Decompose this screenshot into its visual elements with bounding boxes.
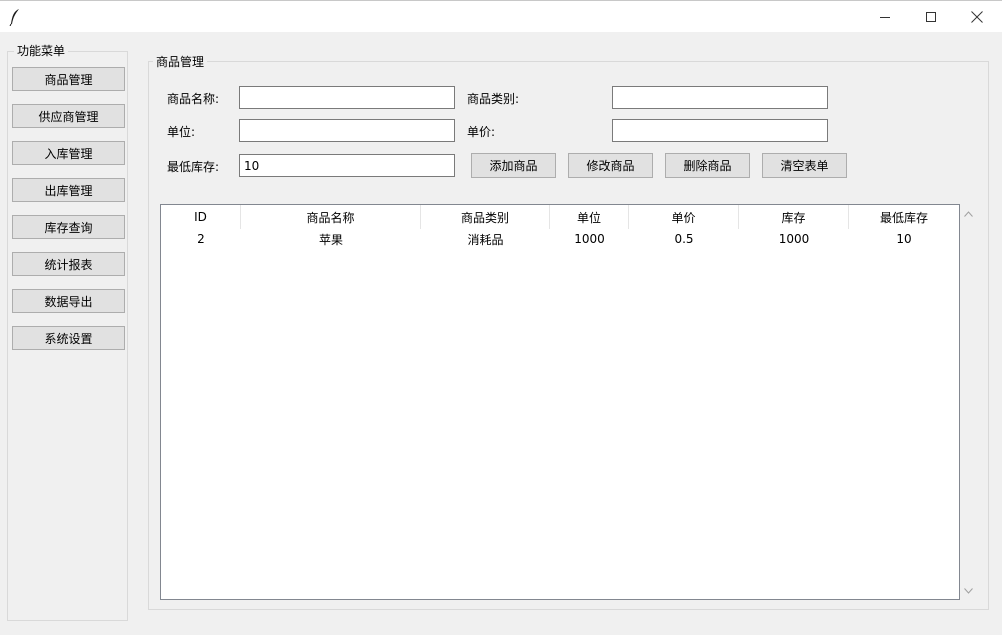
column-header-unit[interactable]: 单位: [550, 205, 629, 229]
title-bar: [0, 0, 1002, 32]
cell-category: 消耗品: [467, 232, 504, 247]
sidebar-item-inbound-management[interactable]: 入库管理: [12, 141, 125, 165]
close-icon: [971, 11, 983, 23]
cell-stock: 1000: [778, 232, 810, 246]
unit-input[interactable]: [239, 119, 455, 142]
sidebar-item-product-management[interactable]: 商品管理: [12, 67, 125, 91]
clear-form-button[interactable]: 清空表单: [762, 153, 847, 178]
maximize-icon: [926, 12, 936, 22]
feather-icon: [8, 8, 22, 27]
column-header-min-stock[interactable]: 最低库存: [849, 205, 959, 229]
column-header-category[interactable]: 商品类别: [421, 205, 550, 229]
scroll-down-icon[interactable]: [962, 584, 975, 597]
sidebar-item-outbound-management[interactable]: 出库管理: [12, 178, 125, 202]
sidebar-item-system-settings[interactable]: 系统设置: [12, 326, 125, 350]
close-button[interactable]: [954, 1, 1000, 33]
table-scrollbar[interactable]: [960, 204, 977, 600]
column-header-id[interactable]: ID: [161, 205, 241, 229]
add-product-button[interactable]: 添加商品: [471, 153, 556, 178]
sidebar-item-statistics-report[interactable]: 统计报表: [12, 252, 125, 276]
column-header-stock[interactable]: 库存: [739, 205, 849, 229]
category-label: 商品类别:: [467, 92, 520, 106]
product-name-input[interactable]: [239, 86, 455, 109]
minimize-icon: [880, 12, 890, 22]
scroll-up-icon[interactable]: [962, 207, 975, 220]
delete-product-button[interactable]: 删除商品: [665, 153, 750, 178]
product-table[interactable]: ID 商品名称 商品类别 单位 单价 库存 最低库存 2 苹果 消耗品 1000…: [160, 204, 960, 600]
price-input[interactable]: [612, 119, 828, 142]
maximize-button[interactable]: [908, 1, 954, 33]
cell-unit: 1000: [574, 232, 605, 246]
page-title: 商品管理: [153, 53, 208, 70]
edit-product-button[interactable]: 修改商品: [568, 153, 653, 178]
minimize-button[interactable]: [862, 1, 908, 33]
cell-price: 0.5: [674, 232, 694, 246]
table-row[interactable]: 2 苹果 消耗品 1000 0.5 1000 10: [161, 229, 959, 249]
product-category-input[interactable]: [612, 86, 828, 109]
table-header: ID 商品名称 商品类别 单位 单价 库存 最低库存: [161, 205, 959, 229]
min-stock-input[interactable]: [239, 154, 455, 177]
price-label: 单价:: [467, 125, 496, 139]
sidebar-item-supplier-management[interactable]: 供应商管理: [12, 104, 125, 128]
cell-name: 苹果: [318, 232, 343, 247]
min-stock-label: 最低库存:: [167, 160, 220, 174]
unit-label: 单位:: [167, 125, 196, 139]
cell-min-stock: 10: [896, 232, 912, 246]
column-header-price[interactable]: 单价: [629, 205, 739, 229]
cell-id: 2: [197, 232, 205, 246]
column-header-name[interactable]: 商品名称: [241, 205, 421, 229]
name-label: 商品名称:: [167, 92, 220, 106]
sidebar-item-data-export[interactable]: 数据导出: [12, 289, 125, 313]
function-menu-title: 功能菜单: [14, 42, 69, 59]
sidebar-item-stock-query[interactable]: 库存查询: [12, 215, 125, 239]
